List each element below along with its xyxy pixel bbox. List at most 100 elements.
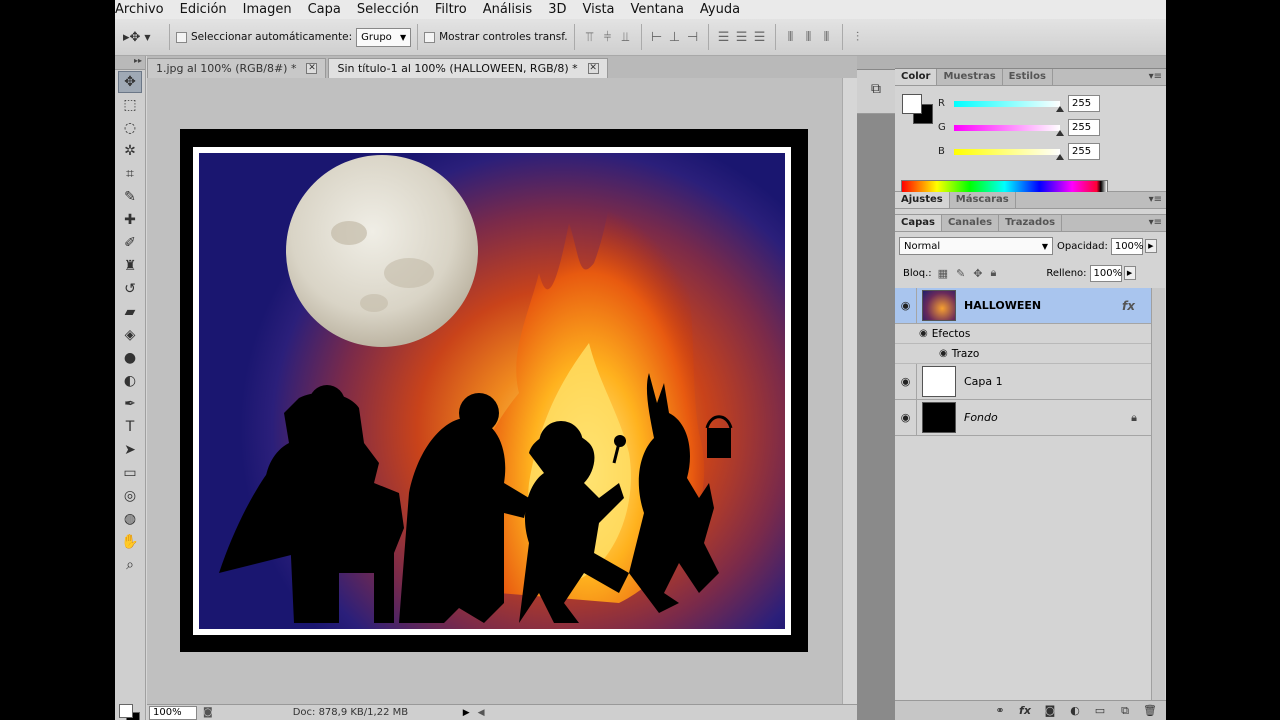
fill-slider-arrow-icon[interactable]: ▶ [1123,266,1136,280]
canvas-vertical-scrollbar[interactable] [842,78,856,704]
red-value[interactable]: 255 [1068,95,1100,112]
tab-1jpg[interactable]: 1.jpg al 100% (RGB/8#) * ✕ [147,58,327,78]
tab-canales[interactable]: Canales [942,215,1000,231]
foreground-color-chip[interactable] [902,94,922,114]
tab-sin-titulo[interactable]: Sin título-1 al 100% (HALLOWEEN, RGB/8) … [328,58,608,78]
distribute-right-icon[interactable]: ⫴ [818,28,836,46]
align-vcenter-icon[interactable]: ⫩ [599,28,617,46]
effects-row[interactable]: ◉ Efectos [895,324,1151,344]
document-canvas[interactable] [180,129,808,652]
menu-archivo[interactable]: Archivo [115,2,172,17]
layer-capa-1[interactable]: ◉ Capa 1 [895,363,1151,400]
visibility-eye-icon[interactable]: ◉ [939,348,948,359]
distribute-hcenter-icon[interactable]: ⫴ [800,28,818,46]
healing-brush-icon[interactable]: ✚ [118,209,142,231]
menu-ventana[interactable]: Ventana [623,2,692,17]
slider-thumb[interactable] [1056,105,1064,112]
green-value[interactable]: 255 [1068,119,1100,136]
dodge-tool-icon[interactable]: ◐ [118,370,142,392]
auto-select-checkbox[interactable] [176,31,187,43]
opacity-field[interactable]: 100% [1110,237,1143,255]
foreground-color-swatch[interactable] [119,704,133,718]
tab-color[interactable]: Color [895,69,938,85]
3d-rotate-icon[interactable]: ◎ [118,485,142,507]
fill-field[interactable]: 100% [1089,264,1122,282]
show-transform-checkbox[interactable] [424,31,436,43]
align-hcenter-icon[interactable]: ⊥ [666,28,684,46]
tab-capas[interactable]: Capas [895,215,942,231]
close-icon[interactable]: ✕ [587,63,599,74]
align-right-icon[interactable]: ⊣ [684,28,702,46]
zoom-tool-icon[interactable]: ⌕ [118,554,142,576]
blend-mode-dropdown[interactable]: Normal ▼ [899,237,1053,255]
toolbox-grip[interactable]: ▸▸ [115,56,145,70]
align-top-icon[interactable]: ⫪ [581,28,599,46]
distribute-bottom-icon[interactable]: ☰ [751,28,769,46]
blue-slider[interactable] [954,148,1064,160]
lock-pixels-icon[interactable]: ✎ [956,267,965,280]
path-select-icon[interactable]: ➤ [118,439,142,461]
delete-layer-icon[interactable]: 🗑︎ [1142,704,1158,717]
3d-orbit-icon[interactable]: ◍ [118,508,142,530]
add-style-icon[interactable]: fx [1017,704,1033,717]
eyedropper-icon[interactable]: ✎ [118,186,142,208]
visibility-eye-icon[interactable]: ◉ [919,328,928,339]
close-icon[interactable]: ✕ [306,63,318,74]
visibility-eye-icon[interactable]: ◉ [895,399,917,436]
marquee-tool-icon[interactable]: ⬚ [118,94,142,116]
panel-menu-icon[interactable]: ▾≡ [1149,194,1162,205]
lock-position-icon[interactable]: ✥ [973,267,982,280]
menu-edicion[interactable]: Edición [172,2,235,17]
shape-tool-icon[interactable]: ▭ [118,462,142,484]
tab-mascaras[interactable]: Máscaras [950,192,1016,208]
green-slider[interactable] [954,124,1064,136]
brush-tool-icon[interactable]: ✐ [118,232,142,254]
magic-wand-icon[interactable]: ✲ [118,140,142,162]
zoom-field[interactable]: 100% [149,705,197,720]
blue-value[interactable]: 255 [1068,143,1100,160]
red-slider[interactable] [954,100,1064,112]
slider-thumb[interactable] [1056,129,1064,136]
align-bottom-icon[interactable]: ⫫ [617,28,635,46]
slider-thumb[interactable] [1056,153,1064,160]
canvas-area[interactable]: ✥ [147,78,842,704]
tool-preset-picker[interactable]: ▸✥ ▼ [123,26,163,48]
opacity-slider-arrow-icon[interactable]: ▶ [1144,239,1157,253]
lasso-tool-icon[interactable]: ◌ [118,117,142,139]
type-tool-icon[interactable]: T [118,416,142,438]
history-panel-icon[interactable]: ⧉ [865,78,887,100]
menu-analisis[interactable]: Análisis [475,2,540,17]
distribute-top-icon[interactable]: ☰ [715,28,733,46]
visibility-eye-icon[interactable]: ◉ [895,287,917,324]
layers-scrollbar[interactable] [1151,288,1165,700]
link-layers-icon[interactable]: ⚭ [992,704,1008,717]
paint-bucket-icon[interactable]: ◈ [118,324,142,346]
move-tool-icon[interactable]: ✥ [118,71,142,93]
auto-select-dropdown[interactable]: Grupo ▼ [356,27,412,47]
panel-dock-grip[interactable] [895,56,1166,69]
menu-3d[interactable]: 3D [540,2,574,17]
scroll-left-icon[interactable]: ◀ [478,708,485,718]
clone-stamp-icon[interactable]: ♜ [118,255,142,277]
crop-tool-icon[interactable]: ⌗ [118,163,142,185]
tab-estilos[interactable]: Estilos [1003,69,1053,85]
tab-ajustes[interactable]: Ajustes [895,192,950,208]
new-layer-icon[interactable]: ⧉ [1117,704,1133,718]
menu-filtro[interactable]: Filtro [427,2,475,17]
layer-halloween[interactable]: ◉ HALLOWEEN fx [895,287,1151,324]
lock-all-icon[interactable]: 🔒︎ [991,266,997,280]
stroke-effect-row[interactable]: ◉ Trazo [895,344,1151,364]
new-group-icon[interactable]: ▭ [1092,704,1108,717]
blur-tool-icon[interactable]: ● [118,347,142,369]
adjustment-layer-icon[interactable]: ◐ [1067,704,1083,717]
panel-menu-icon[interactable]: ▾≡ [1149,71,1162,82]
menu-imagen[interactable]: Imagen [235,2,300,17]
visibility-eye-icon[interactable]: ◉ [895,363,917,400]
hand-tool-icon[interactable]: ✋ [118,531,142,553]
eraser-icon[interactable]: ▰ [118,301,142,323]
dock-grip[interactable] [857,56,895,70]
add-mask-icon[interactable]: ◙ [1042,704,1058,717]
lock-transparency-icon[interactable]: ▦ [938,267,948,280]
status-icon[interactable]: ◙ [203,707,213,718]
menu-vista[interactable]: Vista [574,2,622,17]
